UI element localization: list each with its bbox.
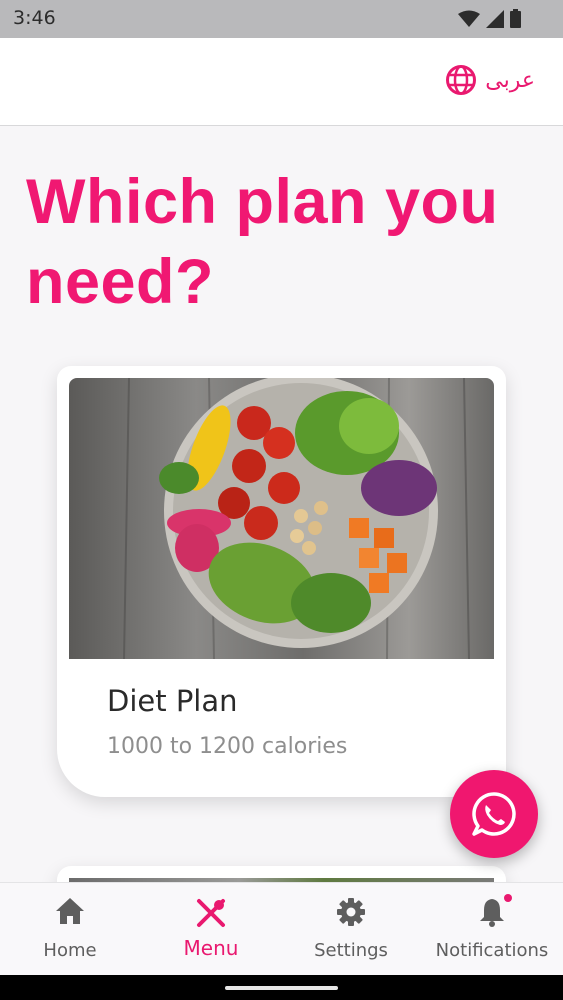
plan-title: Diet Plan	[107, 684, 238, 718]
nav-item-settings[interactable]: Settings	[281, 883, 421, 976]
whatsapp-icon	[472, 792, 516, 836]
app-bar: عربى	[0, 38, 563, 126]
status-time: 3:46	[13, 7, 56, 29]
fork-knife-icon	[197, 899, 225, 927]
status-icons	[458, 9, 521, 28]
system-nav-bar	[0, 975, 563, 1000]
nav-label-menu: Menu	[183, 936, 239, 960]
gear-icon	[337, 898, 365, 926]
bell-icon	[480, 899, 504, 927]
language-toggle-button[interactable]: عربى	[445, 64, 535, 96]
globe-icon	[446, 65, 477, 95]
whatsapp-button[interactable]	[450, 770, 538, 858]
home-icon	[56, 898, 84, 924]
nav-item-menu[interactable]: Menu	[141, 883, 281, 976]
nav-label-settings: Settings	[314, 940, 388, 961]
nav-label-home: Home	[43, 940, 97, 961]
page-title: Which plan you need?	[26, 167, 499, 317]
wifi-icon	[458, 10, 480, 27]
nav-label-notifications: Notifications	[435, 940, 549, 961]
plan-card-diet[interactable]: Diet Plan 1000 to 1200 calories	[57, 366, 506, 797]
notification-badge	[504, 894, 512, 902]
status-bar: 3:46	[0, 0, 563, 38]
plan-image	[69, 378, 494, 659]
nav-item-notifications[interactable]: Notifications	[422, 883, 562, 976]
plan-subtitle: 1000 to 1200 calories	[107, 734, 348, 759]
battery-icon	[510, 9, 521, 28]
bottom-nav: Home Menu Settings Notifications	[0, 882, 563, 976]
language-label: عربى	[485, 67, 535, 93]
signal-icon	[486, 9, 504, 28]
gesture-handle[interactable]	[225, 986, 338, 990]
nav-item-home[interactable]: Home	[0, 883, 140, 976]
